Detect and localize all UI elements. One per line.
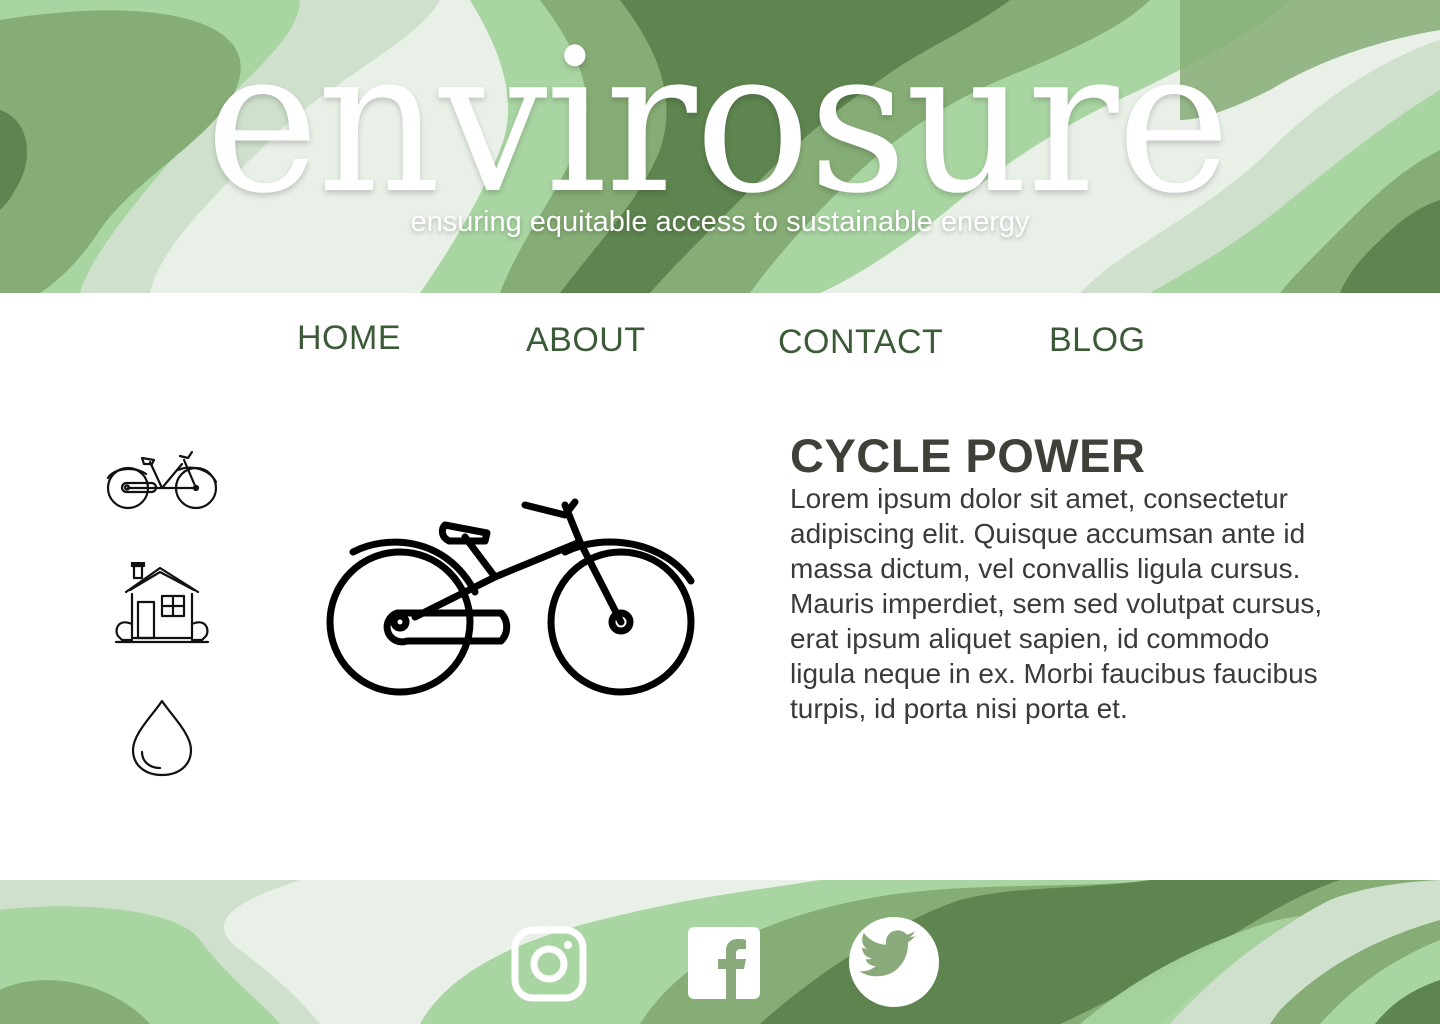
instagram-icon[interactable] <box>511 926 587 1002</box>
house-icon[interactable] <box>112 562 212 646</box>
nav-home[interactable]: HOME <box>297 319 401 358</box>
nav-blog[interactable]: BLOG <box>1049 321 1145 360</box>
water-drop-icon[interactable] <box>130 698 194 778</box>
bicycle-icon[interactable] <box>104 448 220 512</box>
bicycle-illustration <box>326 498 695 696</box>
nav-contact[interactable]: CONTACT <box>778 323 943 362</box>
footer-banner <box>0 880 1440 1024</box>
site-tagline: ensuring equitable access to sustainable… <box>410 206 1030 238</box>
facebook-icon[interactable] <box>686 925 762 1001</box>
section-body: Lorem ipsum dolor sit amet, consectetur … <box>790 483 1323 724</box>
nav-about[interactable]: ABOUT <box>526 321 646 360</box>
header-banner: envirosure ensuring equitable access to … <box>0 0 1440 293</box>
site-logo[interactable]: envirosure <box>19 22 1416 222</box>
twitter-icon[interactable] <box>848 916 940 1008</box>
section-title: CYCLE POWER <box>790 429 1146 482</box>
main-nav: HOME ABOUT CONTACT BLOG <box>0 293 1440 393</box>
